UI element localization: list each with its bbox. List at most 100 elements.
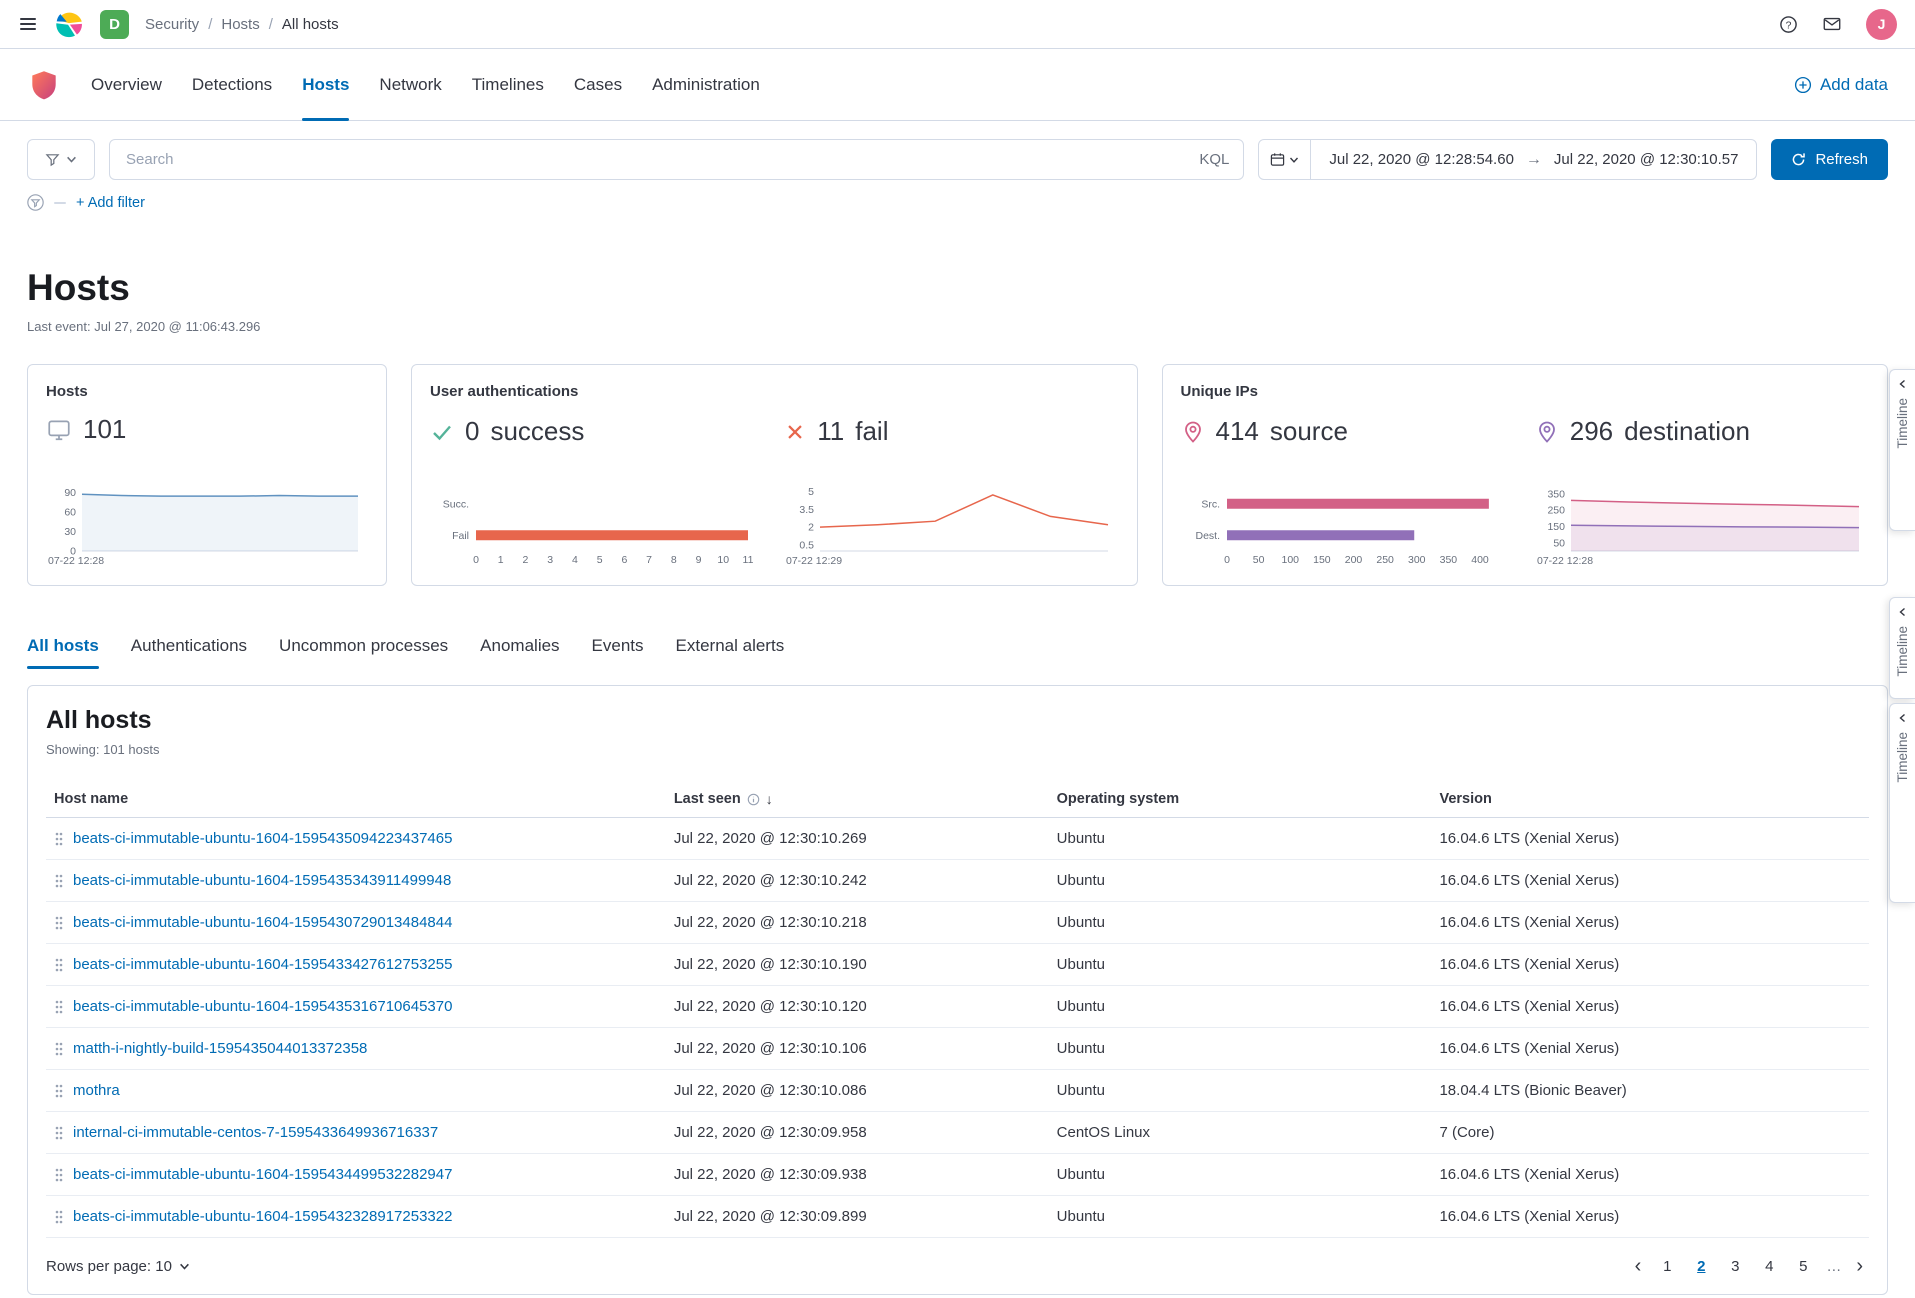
cell-version: 16.04.6 LTS (Xenial Xerus): [1431, 1028, 1869, 1070]
svg-text:2: 2: [523, 554, 529, 566]
help-icon[interactable]: ?: [1779, 15, 1798, 34]
date-range: Jul 22, 2020 @ 12:28:54.60 → Jul 22, 202…: [1311, 151, 1756, 169]
date-picker-menu-button[interactable]: [1259, 140, 1311, 179]
cell-os: Ubuntu: [1049, 860, 1432, 902]
page-button-4[interactable]: 4: [1755, 1252, 1783, 1280]
host-link[interactable]: beats-ci-immutable-ubuntu-1604-159543232…: [73, 1208, 452, 1225]
ips-area-chart: 3502501505007-22 12:28: [1535, 483, 1869, 567]
svg-text:150: 150: [1313, 554, 1331, 566]
add-filter-link[interactable]: + Add filter: [76, 195, 145, 211]
svg-text:150: 150: [1547, 521, 1565, 533]
host-link[interactable]: beats-ci-immutable-ubuntu-1604-159543531…: [73, 998, 452, 1015]
drag-handle-icon: [54, 1209, 64, 1225]
cell-last-seen: Jul 22, 2020 @ 12:30:10.242: [666, 860, 1049, 902]
host-link[interactable]: internal-ci-immutable-centos-7-159543364…: [73, 1124, 438, 1141]
tab-all-hosts[interactable]: All hosts: [27, 636, 99, 669]
search-input[interactable]: [124, 150, 1189, 169]
host-link[interactable]: mothra: [73, 1082, 120, 1099]
svg-text:3.5: 3.5: [800, 504, 815, 516]
svg-text:Dest.: Dest.: [1195, 530, 1220, 542]
cell-version: 18.04.4 LTS (Bionic Beaver): [1431, 1070, 1869, 1112]
page-button-5[interactable]: 5: [1789, 1252, 1817, 1280]
timeline-flyout-button[interactable]: Timeline: [1889, 369, 1915, 531]
elastic-logo[interactable]: [54, 9, 84, 39]
last-seen-label: Last seen: [674, 791, 741, 807]
host-link[interactable]: beats-ci-immutable-ubuntu-1604-159543342…: [73, 956, 452, 973]
date-range-start[interactable]: Jul 22, 2020 @ 12:28:54.60: [1329, 151, 1514, 168]
table-row: internal-ci-immutable-centos-7-159543364…: [46, 1112, 1869, 1154]
breadcrumb-security[interactable]: Security: [145, 16, 199, 33]
nav-tab-overview[interactable]: Overview: [91, 49, 162, 120]
host-link[interactable]: beats-ci-immutable-ubuntu-1604-159543449…: [73, 1166, 452, 1183]
table-row: beats-ci-immutable-ubuntu-1604-159543342…: [46, 944, 1869, 986]
svg-text:8: 8: [671, 554, 677, 566]
page-button-1[interactable]: 1: [1653, 1252, 1681, 1280]
table-header-row: Host name Last seen ↓ Operating system V…: [46, 781, 1869, 818]
auth-fail-metric: 11 fail: [784, 416, 1118, 447]
svg-text:350: 350: [1439, 554, 1457, 566]
hosts-table: Host name Last seen ↓ Operating system V…: [46, 781, 1869, 1238]
host-link[interactable]: beats-ci-immutable-ubuntu-1604-159543072…: [73, 914, 452, 931]
timeline-flyout-button[interactable]: Timeline: [1889, 597, 1915, 699]
table-row: beats-ci-immutable-ubuntu-1604-159543534…: [46, 860, 1869, 902]
column-header-last-seen[interactable]: Last seen ↓: [666, 781, 1049, 818]
chevron-down-icon: [179, 1261, 190, 1272]
refresh-button[interactable]: Refresh: [1771, 139, 1888, 180]
tab-external-alerts[interactable]: External alerts: [676, 636, 785, 669]
svg-text:100: 100: [1281, 554, 1299, 566]
svg-text:30: 30: [64, 526, 76, 538]
host-link[interactable]: beats-ci-immutable-ubuntu-1604-159543534…: [73, 872, 451, 889]
prev-page-button[interactable]: ‹: [1629, 1255, 1648, 1278]
kql-language-button[interactable]: KQL: [1199, 151, 1229, 168]
breadcrumb-separator: /: [269, 16, 273, 33]
tab-events[interactable]: Events: [592, 636, 644, 669]
svg-text:250: 250: [1547, 505, 1565, 517]
date-range-end[interactable]: Jul 22, 2020 @ 12:30:10.57: [1554, 151, 1739, 168]
chevron-left-icon: [1898, 607, 1908, 617]
rows-per-page-button[interactable]: Rows per page: 10: [46, 1258, 190, 1275]
query-bar: KQL Jul 22, 2020 @ 12:28:54.60 → Jul 22,…: [0, 121, 1915, 190]
calendar-icon: [1270, 152, 1285, 167]
nav-tab-network[interactable]: Network: [379, 49, 441, 120]
host-link[interactable]: beats-ci-immutable-ubuntu-1604-159543509…: [73, 830, 452, 847]
filter-divider: [54, 202, 66, 204]
timeline-flyout-button[interactable]: Timeline: [1889, 703, 1915, 903]
page-button-2[interactable]: 2: [1687, 1252, 1715, 1280]
nav-tab-timelines[interactable]: Timelines: [472, 49, 544, 120]
page-header: Hosts Last event: Jul 27, 2020 @ 11:06:4…: [0, 225, 1915, 334]
page-button-3[interactable]: 3: [1721, 1252, 1749, 1280]
svg-text:60: 60: [64, 506, 76, 518]
nav-tab-administration[interactable]: Administration: [652, 49, 760, 120]
tab-anomalies[interactable]: Anomalies: [480, 636, 559, 669]
svg-text:400: 400: [1471, 554, 1489, 566]
chevron-left-icon: [1898, 379, 1908, 389]
filter-icon[interactable]: [27, 194, 44, 211]
breadcrumb-hosts[interactable]: Hosts: [221, 16, 259, 33]
newsfeed-icon[interactable]: [1822, 14, 1842, 34]
cell-os: Ubuntu: [1049, 986, 1432, 1028]
next-page-button[interactable]: ›: [1850, 1255, 1869, 1278]
svg-text:4: 4: [572, 554, 578, 566]
nav-tab-detections[interactable]: Detections: [192, 49, 272, 120]
nav-tab-hosts[interactable]: Hosts: [302, 49, 349, 120]
svg-text:50: 50: [1252, 554, 1264, 566]
column-header-operating-system: Operating system: [1049, 781, 1432, 818]
tab-uncommon-processes[interactable]: Uncommon processes: [279, 636, 448, 669]
security-app-logo-icon: [27, 68, 61, 102]
saved-query-menu-button[interactable]: [27, 139, 95, 180]
svg-text:300: 300: [1408, 554, 1426, 566]
svg-text:?: ?: [1786, 20, 1792, 31]
menu-button[interactable]: [18, 14, 38, 34]
space-badge[interactable]: D: [100, 10, 129, 39]
search-box: KQL: [109, 139, 1244, 180]
drag-handle-icon: [54, 873, 64, 889]
user-avatar[interactable]: J: [1866, 9, 1897, 40]
add-data-link[interactable]: Add data: [1794, 75, 1888, 95]
table-row: beats-ci-immutable-ubuntu-1604-159543072…: [46, 902, 1869, 944]
svg-text:90: 90: [64, 487, 76, 499]
host-link[interactable]: matth-i-nightly-build-159543504401337235…: [73, 1040, 367, 1057]
ips-source-metric: 414 source: [1181, 416, 1515, 447]
tab-authentications[interactable]: Authentications: [131, 636, 247, 669]
nav-tab-cases[interactable]: Cases: [574, 49, 622, 120]
kpi-card-user-authentications: User authentications 0 success Succ.Fail…: [411, 364, 1138, 586]
